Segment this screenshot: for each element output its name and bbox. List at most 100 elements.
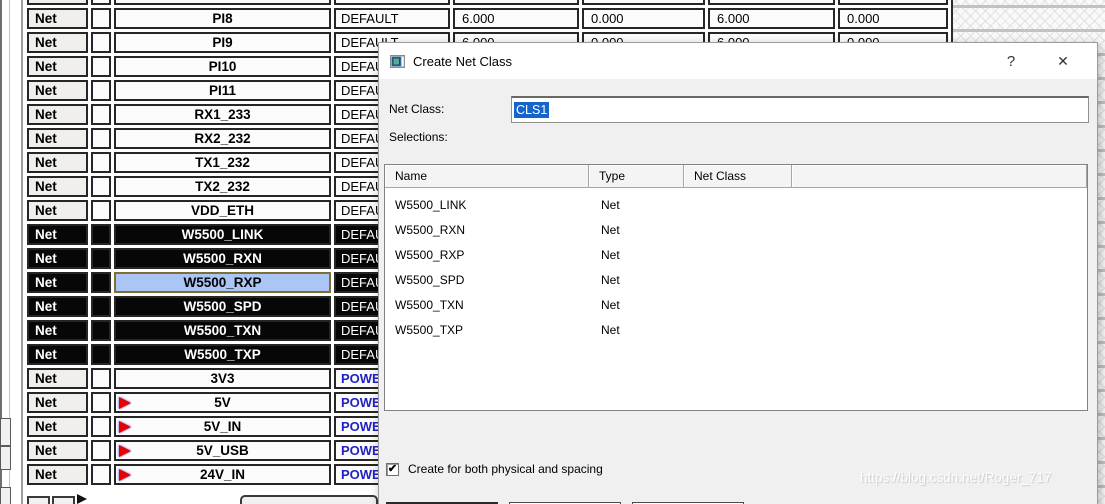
value-cell[interactable]: 6.000 bbox=[708, 8, 835, 29]
net-type-cell[interactable]: Net bbox=[27, 296, 88, 317]
selections-list[interactable]: Name Type Net Class W5500_LINK Net W5500… bbox=[384, 164, 1088, 411]
row-indicator-cell[interactable] bbox=[91, 56, 111, 77]
row-indicator-cell[interactable] bbox=[91, 272, 111, 293]
net-type-cell[interactable]: Net bbox=[27, 440, 88, 461]
net-type-cell[interactable]: Net bbox=[27, 368, 88, 389]
net-type-cell[interactable]: Net bbox=[27, 56, 88, 77]
row-indicator-cell[interactable] bbox=[91, 416, 111, 437]
row-indicator-cell[interactable] bbox=[91, 440, 111, 461]
row-indicator-cell[interactable] bbox=[91, 152, 111, 173]
value-cell[interactable]: 6.000 bbox=[453, 8, 579, 29]
row-indicator-cell[interactable] bbox=[91, 320, 111, 341]
scrollbar-button[interactable] bbox=[52, 496, 75, 504]
net-name-label: PI10 bbox=[208, 59, 237, 74]
net-type-cell[interactable]: Net bbox=[27, 392, 88, 413]
physical-spacing-checkbox[interactable]: ✔ bbox=[386, 462, 399, 476]
net-name-cell[interactable]: TX1_232 bbox=[114, 152, 331, 173]
net-type-cell[interactable]: Net bbox=[27, 8, 88, 29]
selection-list-row[interactable]: W5500_RXP Net bbox=[385, 242, 1087, 267]
net-type-cell[interactable]: Net bbox=[27, 344, 88, 365]
net-type-label: Net bbox=[35, 275, 57, 290]
net-name-cell[interactable]: VDD_ETH bbox=[114, 200, 331, 221]
row-indicator-cell[interactable] bbox=[91, 176, 111, 197]
net-name-cell[interactable]: W5500_TXP bbox=[114, 344, 331, 365]
value-cell[interactable]: 0.000 bbox=[582, 8, 705, 29]
row-indicator-cell[interactable] bbox=[91, 464, 111, 485]
row-indicator-cell[interactable] bbox=[91, 80, 111, 101]
value-cell[interactable] bbox=[708, 0, 835, 5]
row-indicator-cell[interactable] bbox=[91, 248, 111, 269]
net-name-cell[interactable]: PI9 bbox=[114, 32, 331, 53]
row-indicator-cell[interactable] bbox=[91, 224, 111, 245]
net-name-cell[interactable]: W5500_SPD bbox=[114, 296, 331, 317]
net-name-cell[interactable]: 5V bbox=[114, 392, 331, 413]
row-indicator-cell[interactable] bbox=[91, 128, 111, 149]
net-name-cell[interactable]: W5500_TXN bbox=[114, 320, 331, 341]
net-type-cell[interactable]: Net bbox=[27, 464, 88, 485]
net-class-field-label: Net Class: bbox=[389, 102, 445, 116]
net-type-cell[interactable]: Net bbox=[27, 152, 88, 173]
net-name-cell[interactable]: PI10 bbox=[114, 56, 331, 77]
net-class-cell[interactable]: DEFAULT bbox=[334, 8, 450, 29]
selection-list-row[interactable]: W5500_LINK Net bbox=[385, 192, 1087, 217]
net-class-input[interactable]: CLS1 bbox=[511, 96, 1089, 123]
row-indicator-cell[interactable] bbox=[91, 296, 111, 317]
row-indicator-cell[interactable] bbox=[91, 104, 111, 125]
row-indicator-cell[interactable] bbox=[91, 392, 111, 413]
net-type-cell[interactable]: Net bbox=[27, 80, 88, 101]
net-name-cell[interactable]: W5500_LINK bbox=[114, 224, 331, 245]
net-type-cell[interactable]: Net bbox=[27, 320, 88, 341]
selection-name: W5500_RXN bbox=[395, 222, 466, 237]
net-type-cell[interactable]: Net bbox=[27, 128, 88, 149]
scrollbar-button[interactable] bbox=[27, 496, 50, 504]
left-edge-widget[interactable] bbox=[0, 418, 11, 446]
scrollbar-thumb[interactable] bbox=[240, 495, 378, 504]
selection-list-row[interactable]: W5500_RXN Net bbox=[385, 217, 1087, 242]
net-name-cell[interactable]: W5500_RXP bbox=[114, 272, 331, 293]
net-name-cell[interactable]: TX2_232 bbox=[114, 176, 331, 197]
left-edge-widget[interactable] bbox=[0, 446, 11, 470]
net-type-cell[interactable]: Net bbox=[27, 224, 88, 245]
close-icon[interactable]: ✕ bbox=[1035, 53, 1091, 70]
net-type-cell[interactable]: Net bbox=[27, 176, 88, 197]
net-type-cell[interactable]: Net bbox=[27, 272, 88, 293]
column-header-net-class[interactable]: Net Class bbox=[684, 165, 792, 188]
selection-list-row[interactable]: W5500_TXN Net bbox=[385, 292, 1087, 317]
row-indicator-cell[interactable] bbox=[91, 8, 111, 29]
row-indicator-cell[interactable] bbox=[91, 368, 111, 389]
selection-list-row[interactable]: W5500_SPD Net bbox=[385, 267, 1087, 292]
net-class-cell[interactable] bbox=[334, 0, 450, 5]
row-indicator-cell[interactable] bbox=[91, 200, 111, 221]
help-button[interactable]: ? bbox=[987, 53, 1035, 70]
net-name-cell[interactable]: RX1_233 bbox=[114, 104, 331, 125]
net-type-cell[interactable] bbox=[27, 0, 88, 5]
column-header-name[interactable]: Name bbox=[385, 165, 589, 188]
net-name-cell[interactable]: PI11 bbox=[114, 80, 331, 101]
net-name-cell[interactable]: W5500_RXN bbox=[114, 248, 331, 269]
table-row[interactable] bbox=[27, 0, 948, 5]
net-type-cell[interactable]: Net bbox=[27, 32, 88, 53]
value-cell[interactable]: 0.000 bbox=[838, 8, 948, 29]
net-type-cell[interactable]: Net bbox=[27, 416, 88, 437]
selection-list-row[interactable]: W5500_TXP Net bbox=[385, 317, 1087, 342]
value-cell[interactable] bbox=[453, 0, 579, 5]
net-type-cell[interactable]: Net bbox=[27, 200, 88, 221]
dialog-titlebar[interactable]: Create Net Class ? ✕ bbox=[379, 43, 1097, 79]
net-name-cell[interactable]: PI8 bbox=[114, 8, 331, 29]
net-name-cell[interactable]: 24V_IN bbox=[114, 464, 331, 485]
value-cell[interactable] bbox=[582, 0, 705, 5]
row-indicator-cell[interactable] bbox=[91, 32, 111, 53]
net-name-cell[interactable]: 5V_IN bbox=[114, 416, 331, 437]
table-row[interactable]: Net PI8 DEFAULT 6.000 0.000 6.000 0.000 bbox=[27, 8, 948, 29]
net-name-cell[interactable]: 3V3 bbox=[114, 368, 331, 389]
net-type-cell[interactable]: Net bbox=[27, 104, 88, 125]
net-name-cell[interactable]: RX2_232 bbox=[114, 128, 331, 149]
net-name-cell[interactable]: 5V_USB bbox=[114, 440, 331, 461]
row-indicator-cell[interactable] bbox=[91, 344, 111, 365]
column-header-type[interactable]: Type bbox=[589, 165, 684, 188]
left-edge-widget[interactable] bbox=[0, 487, 11, 504]
row-indicator-cell[interactable] bbox=[91, 0, 111, 5]
value-cell[interactable] bbox=[838, 0, 948, 5]
net-name-cell[interactable] bbox=[114, 0, 331, 5]
net-type-cell[interactable]: Net bbox=[27, 248, 88, 269]
